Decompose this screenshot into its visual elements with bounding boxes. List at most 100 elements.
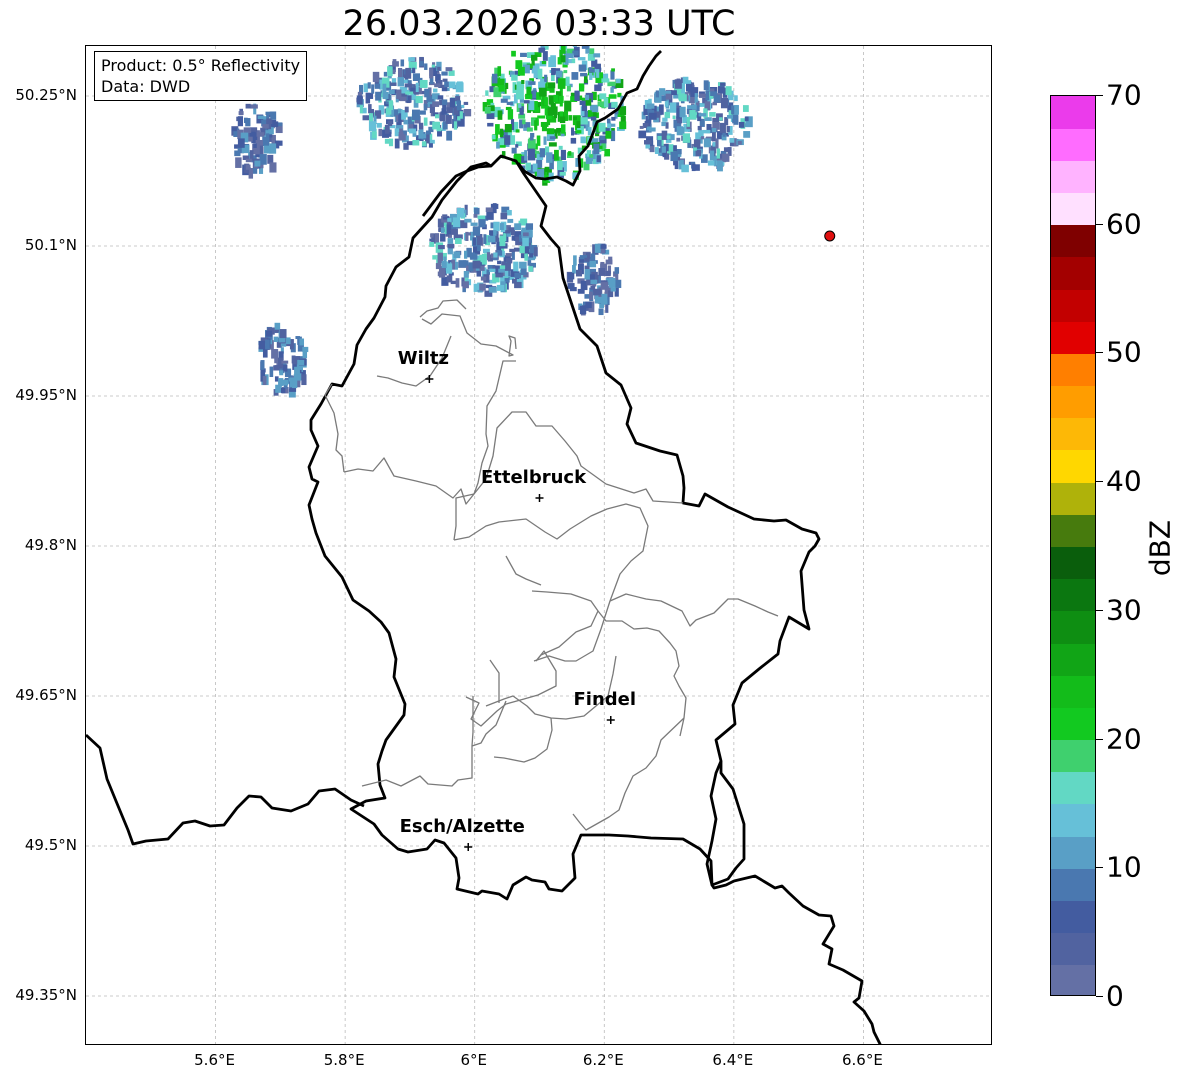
colorbar-tick bbox=[1096, 609, 1103, 611]
radar-echo-cell bbox=[357, 95, 363, 105]
colorbar-segment bbox=[1051, 964, 1095, 995]
radar-echo-cell bbox=[489, 268, 496, 273]
radar-echo-cell bbox=[560, 149, 566, 161]
radar-echo-cell bbox=[734, 105, 739, 115]
radar-echo-cell bbox=[520, 52, 527, 57]
radar-echo-cell bbox=[610, 130, 616, 142]
radar-echo-cell bbox=[514, 272, 521, 279]
lon-tick-label: 6.4°E bbox=[712, 1051, 754, 1069]
radar-echo-cell bbox=[534, 120, 538, 131]
radar-echo-cell bbox=[505, 230, 511, 234]
radar-echo-cell bbox=[493, 221, 500, 232]
radar-echo-cell bbox=[743, 131, 751, 138]
radar-echo-cell bbox=[638, 130, 647, 139]
colorbar-segment bbox=[1051, 771, 1095, 805]
radar-echo-cell bbox=[500, 212, 508, 220]
lon-tick-label: 5.8°E bbox=[323, 1051, 365, 1069]
radar-echo-cell bbox=[584, 265, 590, 270]
radar-echo-cell bbox=[384, 138, 390, 144]
radar-echo-cell bbox=[593, 143, 600, 155]
radar-echo-cell bbox=[715, 138, 719, 149]
radar-echo-cell bbox=[487, 235, 496, 243]
radar-echo-cell bbox=[577, 288, 585, 294]
city-marker bbox=[464, 843, 473, 851]
radar-echo-cell bbox=[536, 135, 541, 146]
radar-echo-cell bbox=[532, 163, 538, 172]
radar-site-marker[interactable] bbox=[824, 230, 836, 242]
radar-echo-cell bbox=[596, 69, 600, 78]
radar-echo-cell bbox=[446, 275, 453, 283]
radar-echo-cell bbox=[434, 114, 440, 119]
radar-echo-cell bbox=[398, 113, 402, 123]
radar-echo-cell bbox=[527, 139, 536, 149]
map-canvas bbox=[86, 46, 991, 1044]
radar-echo-cell bbox=[679, 106, 686, 117]
radar-echo-cell bbox=[472, 226, 481, 236]
colorbar-segment bbox=[1051, 353, 1095, 387]
radar-echo-cell bbox=[265, 330, 272, 337]
radar-echo-cell bbox=[567, 283, 575, 289]
product-label: Product: 0.5° Reflectivity bbox=[101, 56, 301, 75]
radar-echo-cell bbox=[677, 127, 685, 134]
radar-echo-cell bbox=[445, 114, 452, 124]
radar-echo-cell bbox=[555, 70, 563, 78]
radar-echo-cell bbox=[575, 269, 583, 277]
radar-echo-cell bbox=[245, 158, 252, 163]
radar-echo-cell bbox=[405, 91, 414, 95]
radar-echo-cell bbox=[285, 337, 291, 345]
radar-echo-cell bbox=[463, 101, 469, 105]
radar-echo-cell bbox=[610, 287, 616, 292]
radar-echo-cell bbox=[589, 291, 593, 301]
radar-echo-cell bbox=[553, 94, 559, 103]
map-area[interactable] bbox=[85, 45, 992, 1045]
city-label: Ettelbruck bbox=[480, 467, 587, 488]
radar-echo-cell bbox=[439, 114, 446, 122]
radar-echo-cell bbox=[245, 103, 251, 109]
lat-tick-label: 49.65°N bbox=[15, 686, 77, 704]
radar-echo-cell bbox=[441, 71, 448, 76]
radar-echo-cell bbox=[269, 366, 274, 378]
radar-echo-cell bbox=[368, 121, 377, 132]
radar-echo-cell bbox=[231, 127, 237, 132]
radar-echo-cell bbox=[539, 148, 546, 158]
radar-echo-cell bbox=[442, 78, 448, 82]
colorbar-segment bbox=[1051, 900, 1095, 934]
colorbar-segment bbox=[1051, 546, 1095, 580]
radar-echo-cell bbox=[543, 136, 547, 145]
radar-echo-cell bbox=[656, 139, 662, 147]
radar-echo-cell bbox=[608, 277, 616, 288]
radar-echo-cell bbox=[702, 129, 711, 134]
radar-echo-cell bbox=[400, 59, 405, 67]
radar-echo-cell bbox=[453, 217, 461, 228]
colorbar-tick-label: 70 bbox=[1106, 78, 1142, 112]
radar-echo-cell bbox=[716, 148, 720, 159]
radar-echo-cell bbox=[662, 117, 668, 122]
radar-echo-cell bbox=[734, 95, 738, 102]
radar-echo-cell bbox=[479, 283, 486, 291]
radar-echo-cell bbox=[534, 150, 540, 154]
radar-echo-cell bbox=[266, 133, 270, 144]
radar-echo-cell bbox=[537, 68, 543, 80]
radar-echo-cell bbox=[440, 233, 446, 242]
radar-echo-cell bbox=[419, 79, 428, 88]
radar-echo-cell bbox=[611, 101, 618, 108]
radar-echo-cell bbox=[619, 121, 627, 130]
colorbar-tick-label: 50 bbox=[1106, 335, 1142, 369]
radar-echo-cell bbox=[590, 253, 596, 261]
radar-echo-cell bbox=[661, 130, 668, 140]
radar-echo-cell bbox=[577, 57, 586, 61]
radar-echo-cell bbox=[538, 47, 546, 53]
radar-echo-cell bbox=[589, 154, 594, 158]
radar-echo-cell bbox=[546, 128, 555, 135]
colorbar-segment bbox=[1051, 224, 1095, 258]
radar-echo-cell bbox=[664, 111, 671, 119]
radar-echo-cell bbox=[585, 94, 590, 101]
radar-echo-cell bbox=[403, 119, 408, 125]
colorbar-tick bbox=[1096, 481, 1103, 483]
canton-borders bbox=[324, 299, 779, 831]
radar-echo-cell bbox=[590, 279, 598, 285]
radar-echo-cell bbox=[506, 101, 513, 106]
radar-echo-cell bbox=[398, 134, 406, 141]
colorbar-segment bbox=[1051, 417, 1095, 451]
radar-echo-cell bbox=[619, 106, 627, 116]
